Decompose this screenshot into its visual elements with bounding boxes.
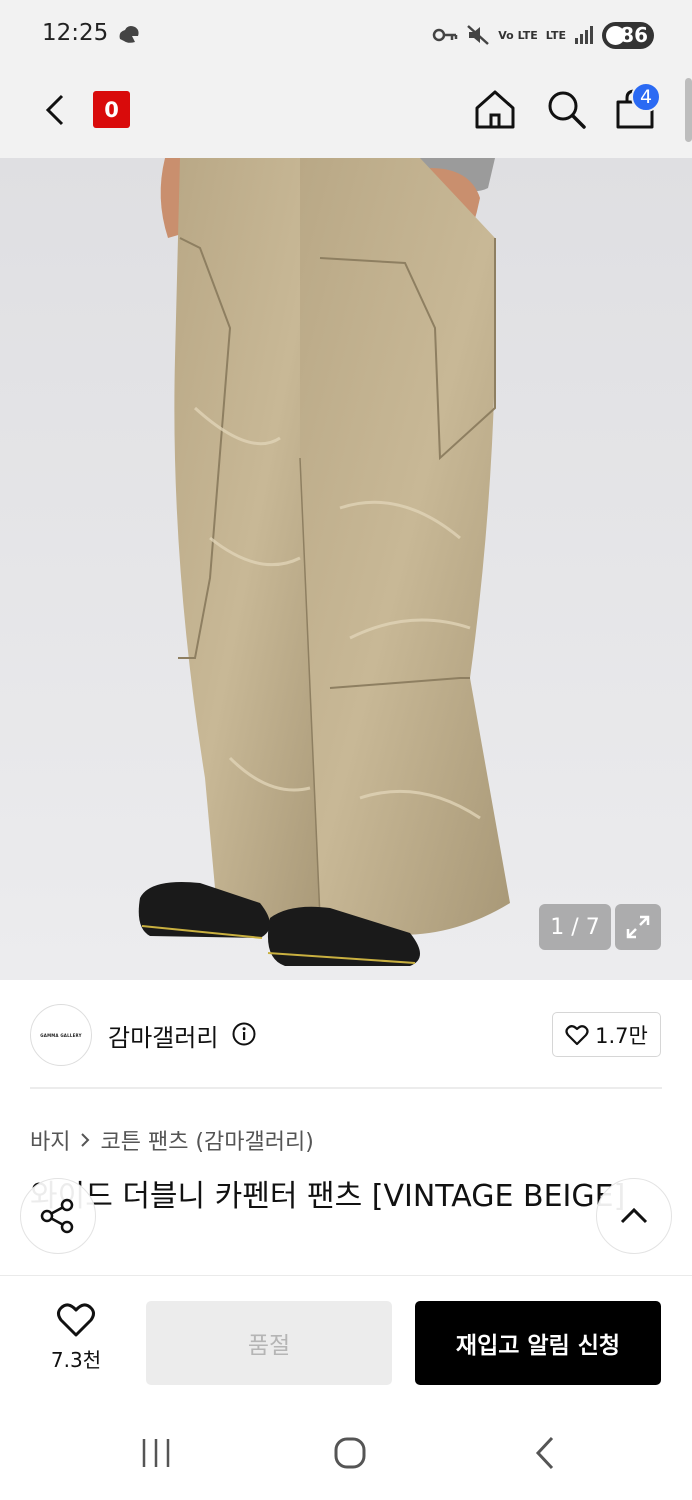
restock-alert-label: 재입고 알림 신청 — [455, 1333, 621, 1359]
brand-like-button[interactable]: 1.7만 — [552, 1012, 661, 1057]
wishlist-count: 7.3천 — [50, 1348, 102, 1372]
search-icon[interactable] — [543, 86, 589, 132]
brand-row: GAMMA GALLERY 감마갤러리 1.7만 — [0, 980, 692, 1090]
product-image[interactable] — [0, 158, 692, 980]
wishlist-button[interactable]: 7.3천 — [36, 1302, 116, 1382]
product-title: 와이드 더블니 카펜터 팬츠 [VINTAGE BEIGE] — [30, 1179, 626, 1214]
signal-icon — [575, 26, 593, 44]
soldout-label: 품절 — [247, 1333, 291, 1359]
battery-leaf-icon — [606, 25, 625, 45]
home-icon[interactable] — [472, 86, 518, 132]
scroll-indicator — [685, 78, 692, 142]
pants-photo — [0, 158, 692, 980]
system-nav-bar — [0, 1405, 692, 1500]
mute-icon — [467, 25, 490, 45]
brand-avatar-text: GAMMA GALLERY — [40, 1032, 82, 1038]
top-nav: 0 — [0, 70, 692, 158]
soldout-button: 품절 — [146, 1301, 392, 1385]
restock-alert-button[interactable]: 재입고 알림 신청 — [415, 1301, 661, 1385]
expand-icon — [626, 915, 650, 939]
breadcrumb-category[interactable]: 바지 — [30, 1124, 70, 1156]
brand-avatar[interactable]: GAMMA GALLERY — [30, 1004, 92, 1066]
lte-label: LTE — [545, 28, 566, 42]
breadcrumb-subcategory[interactable]: 코튼 팬츠 (감마갤러리) — [100, 1124, 313, 1156]
chevron-up-icon — [620, 1207, 648, 1224]
scroll-top-button[interactable] — [596, 1178, 672, 1254]
status-time: 12:25 — [42, 20, 109, 46]
weather-icon — [119, 26, 139, 43]
heart-icon — [565, 1024, 589, 1045]
brand-like-count: 1.7만 — [595, 1023, 648, 1048]
breadcrumb: 바지 코튼 팬츠 (감마갤러리) — [30, 1124, 314, 1156]
recents-icon[interactable] — [136, 1433, 176, 1473]
heart-icon — [57, 1303, 95, 1337]
brand-name[interactable]: 감마갤러리 — [108, 1018, 218, 1053]
battery-indicator: 86 — [602, 21, 654, 49]
info-icon[interactable] — [232, 1022, 256, 1046]
brand-logo-text: 0 — [104, 97, 119, 122]
cart-count-badge: 4 — [631, 82, 661, 112]
chevron-right-icon — [81, 1133, 90, 1147]
action-bar: 7.3천 품절 재입고 알림 신청 — [0, 1275, 692, 1405]
back-nav-icon[interactable] — [526, 1433, 566, 1473]
chevron-left-icon[interactable] — [36, 90, 76, 130]
divider — [30, 1087, 662, 1089]
share-button[interactable] — [20, 1178, 96, 1254]
home-nav-icon[interactable] — [330, 1433, 370, 1473]
brand-logo[interactable]: 0 — [93, 91, 130, 128]
expand-button[interactable] — [615, 904, 661, 950]
share-icon — [40, 1198, 74, 1234]
volte-label: Vo LTE — [498, 28, 538, 42]
status-bar: 12:25 Vo LTE LTE 86 — [0, 0, 692, 70]
image-counter: 1 / 7 — [539, 904, 611, 950]
key-icon — [433, 28, 458, 42]
status-icons: Vo LTE LTE 86 — [432, 20, 654, 50]
